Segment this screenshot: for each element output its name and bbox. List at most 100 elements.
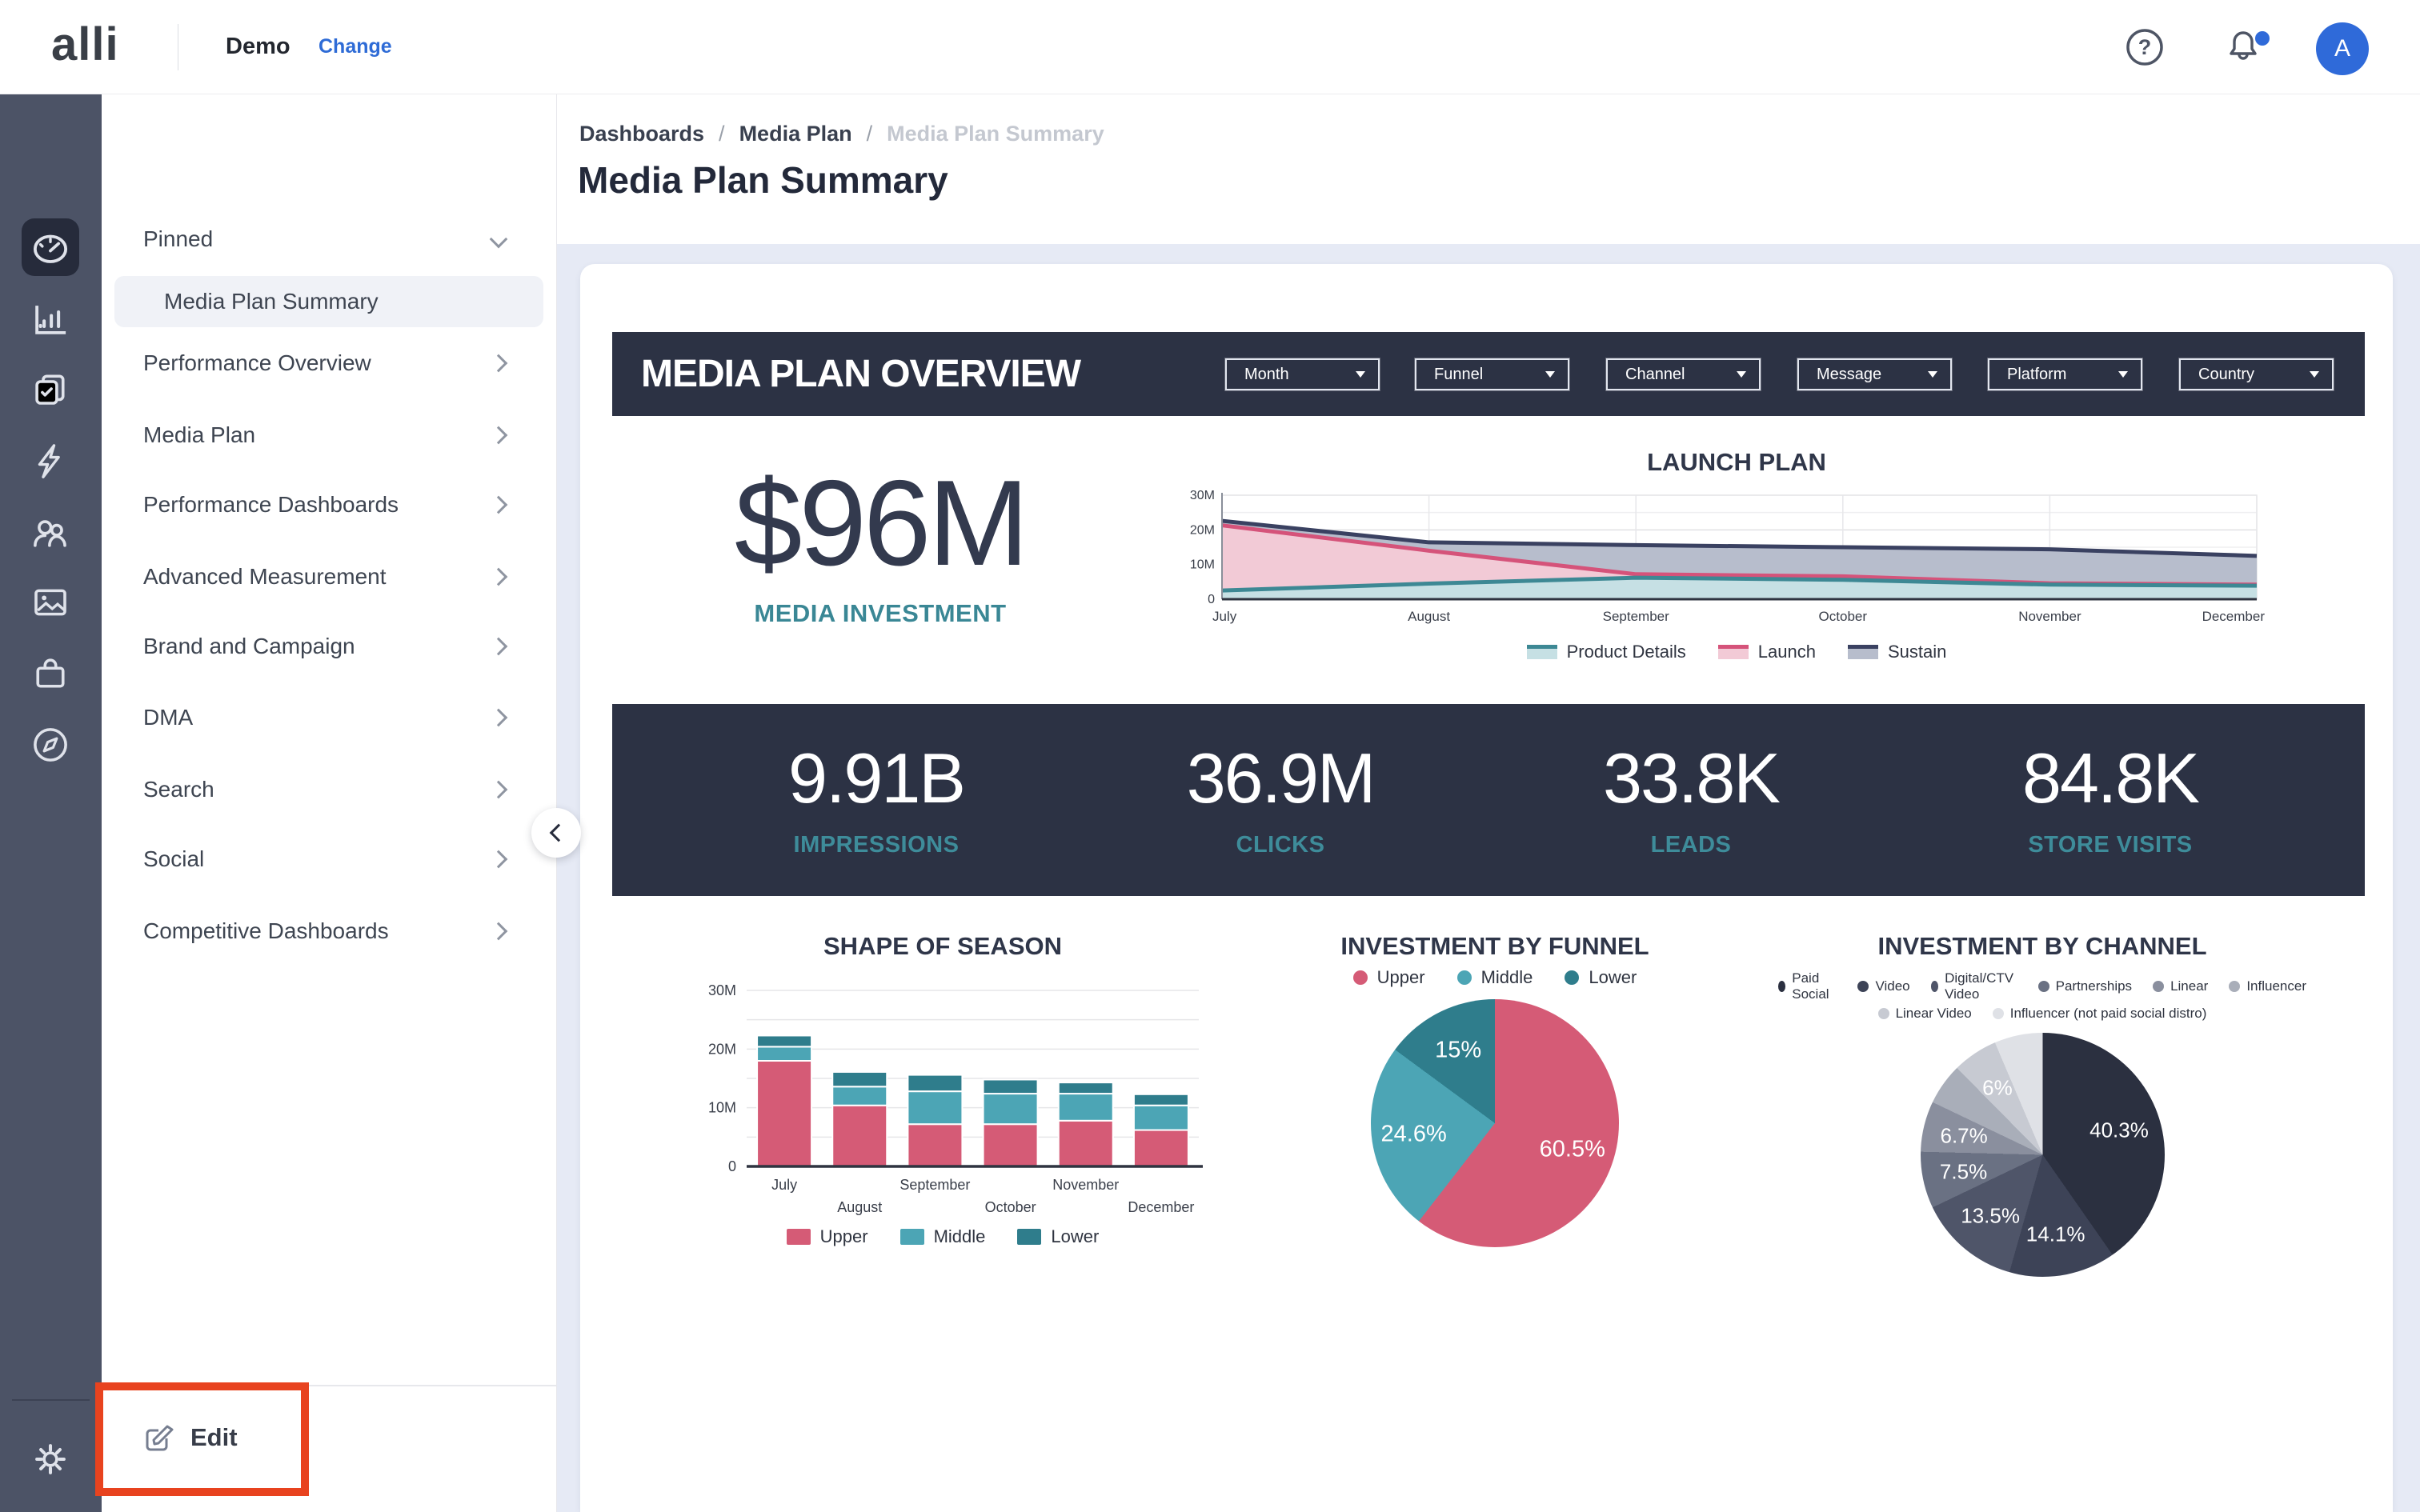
image-icon[interactable] — [29, 581, 72, 624]
legend-item-linear[interactable]: Linear — [2153, 978, 2208, 994]
investment-by-channel-legend-row2: Linear Video Influencer (not paid social … — [1778, 1006, 2306, 1022]
filter-dropdown-message[interactable]: Message — [1797, 358, 1952, 390]
filter-label: Month — [1227, 366, 1356, 384]
launch-plan-title: LAUNCH PLAN — [1168, 448, 2305, 477]
legend-item-upper[interactable]: Upper — [787, 1226, 868, 1247]
dashboard-gauge-icon[interactable] — [29, 226, 72, 269]
users-icon[interactable] — [29, 510, 72, 554]
legend-swatch — [1848, 645, 1878, 659]
legend-swatch — [1778, 981, 1785, 992]
filter-dropdown-platform[interactable]: Platform — [1988, 358, 2142, 390]
sidebar-item-search[interactable]: Search — [114, 764, 543, 815]
pie-slice-label-upper: 60.5% — [1540, 1137, 1605, 1163]
legend-item-influencer-not-paid-social-distro[interactable]: Influencer (not paid social distro) — [1993, 1006, 2207, 1022]
legend-swatch — [2038, 981, 2049, 992]
legend-label: Lower — [1589, 967, 1637, 988]
divider — [102, 1385, 556, 1386]
kpi-label: STORE VISITS — [1910, 832, 2310, 858]
gear-icon[interactable] — [29, 1438, 72, 1481]
app-logo: alli — [51, 0, 119, 94]
sidebar-collapse-button[interactable] — [531, 808, 581, 858]
bar-chart-icon[interactable] — [29, 298, 72, 341]
legend-label: Linear Video — [1896, 1006, 1972, 1022]
sidebar-item-performance-dashboards[interactable]: Performance Dashboards — [114, 479, 543, 530]
shopping-bag-icon[interactable] — [29, 652, 72, 695]
chevron-right-icon — [490, 638, 508, 656]
legend-item-paid-social[interactable]: Paid Social — [1778, 970, 1837, 1002]
legend-item-lower[interactable]: Lower — [1565, 967, 1637, 988]
legend-label: Lower — [1051, 1226, 1099, 1247]
legend-swatch — [1565, 970, 1579, 985]
chevron-left-icon — [550, 824, 568, 842]
filter-dropdown-funnel[interactable]: Funnel — [1415, 358, 1569, 390]
kpi-label: IMPRESSIONS — [676, 832, 1076, 858]
kpi-label: CLICKS — [1080, 832, 1480, 858]
legend-label: Linear — [2170, 978, 2208, 994]
avatar[interactable]: A — [2316, 22, 2369, 75]
investment-by-channel-legend-row1: Paid Social Video Digital/CTV Video Partner… — [1778, 970, 2306, 1002]
legend-item-sustain[interactable]: Sustain — [1848, 642, 1946, 662]
sidebar-item-label: Search — [114, 777, 214, 802]
kpi-value: 9.91B — [676, 738, 1076, 819]
investment-by-channel-chart: INVESTMENT BY CHANNEL Paid SocialVideoDi… — [1778, 932, 2306, 1277]
pie-slice-label-partnerships: 7.5% — [1940, 1159, 1987, 1184]
sidebar-item-pinned[interactable]: Pinned — [114, 214, 543, 265]
investment-by-funnel-title: INVESTMENT BY FUNNEL — [1295, 932, 1695, 961]
sidebar-item-performance-overview[interactable]: Performance Overview — [114, 338, 543, 389]
legend-item-launch[interactable]: Launch — [1718, 642, 1816, 662]
kpi-label: LEADS — [1491, 832, 1891, 858]
legend-swatch — [787, 1229, 811, 1245]
kpi-impressions: 9.91B IMPRESSIONS — [676, 704, 1076, 858]
legend-label: Video — [1875, 978, 1909, 994]
launch-plan-chart: LAUNCH PLAN 010M20M30MJulyAugustSeptembe… — [1168, 448, 2305, 662]
chevron-right-icon — [490, 709, 508, 727]
legend-item-lower[interactable]: Lower — [1017, 1226, 1099, 1247]
legend-swatch — [1718, 645, 1749, 659]
legend-label: Upper — [1377, 967, 1425, 988]
svg-text:September: September — [899, 1177, 970, 1193]
legend-item-middle[interactable]: Middle — [900, 1226, 986, 1247]
sidebar-item-label: Advanced Measurement — [114, 564, 387, 590]
svg-text:November: November — [1052, 1177, 1119, 1193]
sidebar-item-media-plan[interactable]: Media Plan — [114, 410, 543, 461]
investment-by-funnel-chart: INVESTMENT BY FUNNEL Upper Middle Lower 60… — [1295, 932, 1695, 1247]
sidebar-item-dma[interactable]: DMA — [114, 692, 543, 743]
svg-text:10M: 10M — [708, 1100, 736, 1116]
svg-text:October: October — [1819, 609, 1868, 624]
kpi-stats-band: 9.91BIMPRESSIONS36.9MCLICKS33.8KLEADS84.… — [612, 704, 2365, 896]
media-investment-kpi: $96M MEDIA INVESTMENT — [656, 460, 1104, 628]
help-icon[interactable]: ? — [2125, 27, 2165, 67]
breadcrumb: Dashboards/Media Plan/Media Plan Summary — [579, 122, 1119, 146]
legend-item-partnerships[interactable]: Partnerships — [2038, 978, 2132, 994]
chevron-down-icon — [2118, 371, 2128, 378]
sidebar-item-advanced-measurement[interactable]: Advanced Measurement — [114, 551, 543, 602]
sidebar-item-label: Performance Overview — [114, 350, 371, 376]
legend-item-product-details[interactable]: Product Details — [1527, 642, 1686, 662]
legend-label: Launch — [1758, 642, 1816, 662]
clipboard-check-icon[interactable] — [29, 367, 72, 410]
sidebar-item-social[interactable]: Social — [114, 834, 543, 885]
legend-item-video[interactable]: Video — [1857, 978, 1909, 994]
svg-text:November: November — [2018, 609, 2081, 624]
breadcrumb-item-dashboards[interactable]: Dashboards — [579, 122, 704, 146]
filter-dropdown-country[interactable]: Country — [2179, 358, 2334, 390]
legend-item-upper[interactable]: Upper — [1353, 967, 1425, 988]
filter-dropdown-month[interactable]: Month — [1225, 358, 1380, 390]
legend-item-linear-video[interactable]: Linear Video — [1878, 1006, 1972, 1022]
filter-dropdown-channel[interactable]: Channel — [1606, 358, 1761, 390]
legend-item-middle[interactable]: Middle — [1457, 967, 1533, 988]
legend-swatch — [1857, 981, 1869, 992]
kpi-clicks: 36.9MCLICKS — [1080, 704, 1480, 858]
change-workspace-link[interactable]: Change — [319, 0, 392, 94]
legend-item-influencer[interactable]: Influencer — [2229, 978, 2306, 994]
breadcrumb-item-media-plan[interactable]: Media Plan — [739, 122, 852, 146]
sidebar-item-competitive-dashboards[interactable]: Competitive Dashboards — [114, 906, 543, 957]
compass-icon[interactable] — [29, 723, 72, 766]
lightning-bolt-icon[interactable] — [29, 439, 72, 482]
edit-button[interactable]: Edit — [142, 1421, 238, 1454]
sidebar-item-media-plan-summary[interactable]: Media Plan Summary — [114, 276, 543, 327]
legend-item-digital-ctv-video[interactable]: Digital/CTV Video — [1931, 970, 2017, 1002]
kpi-store-visits: 84.8KSTORE VISITS — [1910, 704, 2310, 858]
sidebar-item-brand-and-campaign[interactable]: Brand and Campaign — [114, 621, 543, 672]
legend-label: Middle — [1481, 967, 1533, 988]
